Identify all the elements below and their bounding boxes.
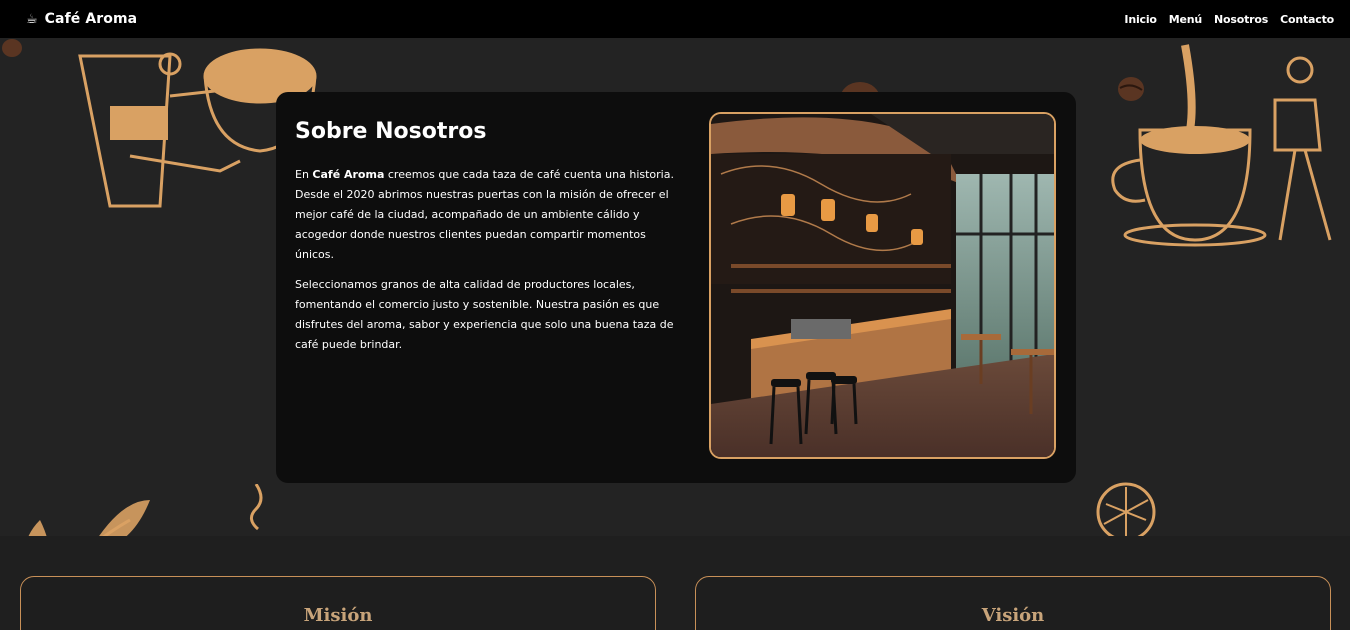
- cafe-interior-image: [711, 114, 1054, 457]
- coffee-bean-icon: [1118, 77, 1144, 101]
- nav-link-inicio[interactable]: Inicio: [1124, 13, 1157, 26]
- coffee-bean-icon: [2, 39, 22, 57]
- about-p1-prefix: En: [295, 168, 313, 181]
- about-p1-brand: Café Aroma: [312, 168, 385, 181]
- about-card: Sobre Nosotros En Café Aroma creemos que…: [276, 92, 1076, 483]
- vision-title: Visión: [981, 605, 1045, 626]
- about-p1-rest: creemos que cada taza de café cuenta una…: [295, 168, 674, 261]
- mision-card: Misión: [20, 576, 656, 630]
- about-paragraph-1: En Café Aroma creemos que cada taza de c…: [295, 165, 685, 265]
- brand[interactable]: ☕ Café Aroma: [26, 11, 137, 27]
- mision-title: Misión: [303, 605, 373, 626]
- nav-link-contacto[interactable]: Contacto: [1280, 13, 1334, 26]
- about-paragraph-2: Seleccionamos granos de alta calidad de …: [295, 278, 674, 351]
- cafe-interior-photo: [709, 112, 1056, 459]
- brand-name: Café Aroma: [44, 11, 138, 27]
- about-title: Sobre Nosotros: [295, 119, 487, 144]
- coffee-cup-logo-icon: ☕: [26, 11, 38, 27]
- nav-link-menu[interactable]: Menú: [1169, 13, 1202, 26]
- nav-links: Inicio Menú Nosotros Contacto: [1124, 13, 1334, 26]
- nav-link-nosotros[interactable]: Nosotros: [1214, 13, 1268, 26]
- vision-card: Visión: [695, 576, 1331, 630]
- top-navbar: ☕ Café Aroma Inicio Menú Nosotros Contac…: [0, 0, 1350, 38]
- pouring-coffee-doodle-icon: [1111, 44, 1332, 247]
- about-text: En Café Aroma creemos que cada taza de c…: [295, 165, 685, 365]
